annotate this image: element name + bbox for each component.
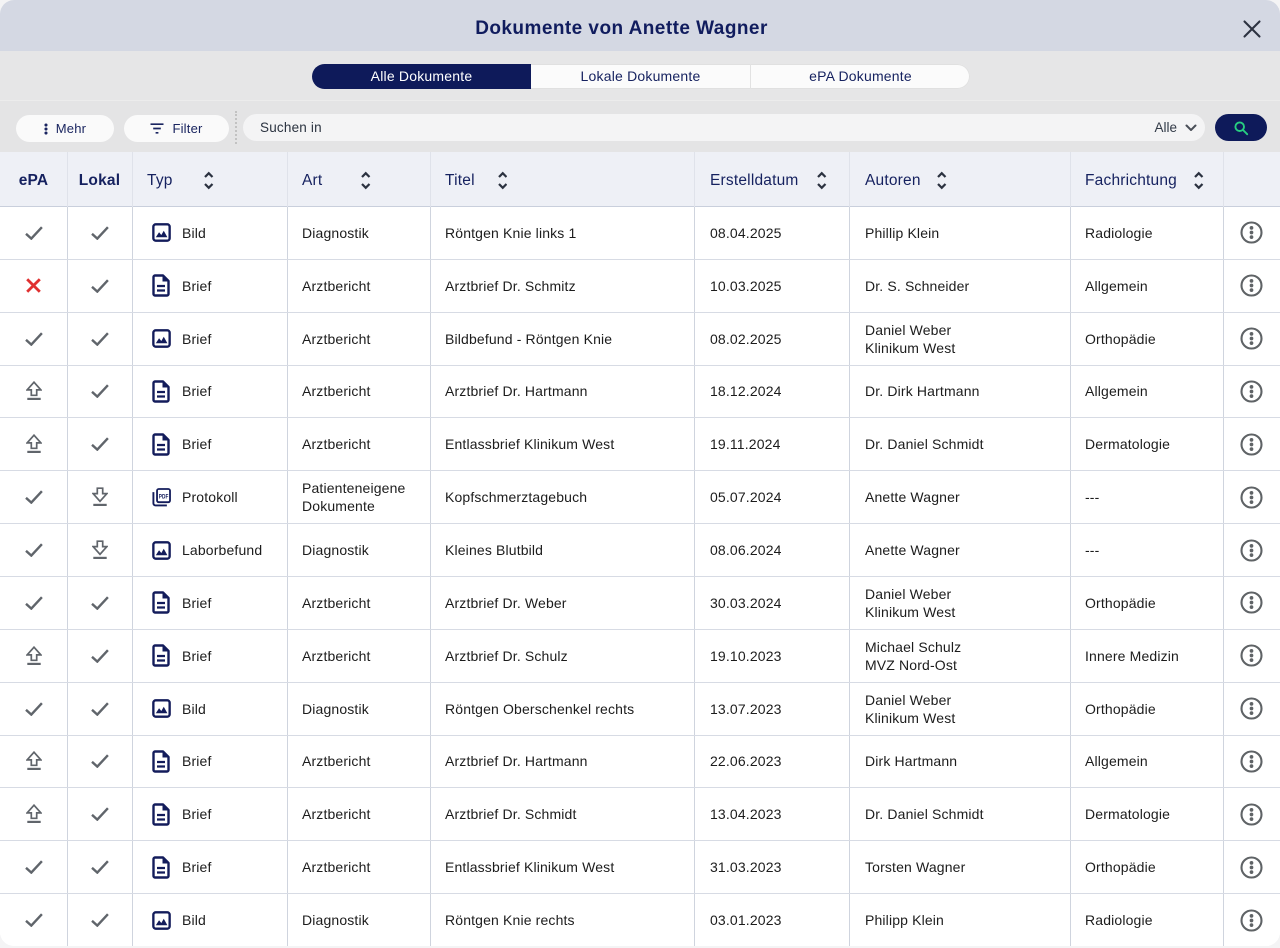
svg-text:PDF: PDF xyxy=(159,493,169,500)
